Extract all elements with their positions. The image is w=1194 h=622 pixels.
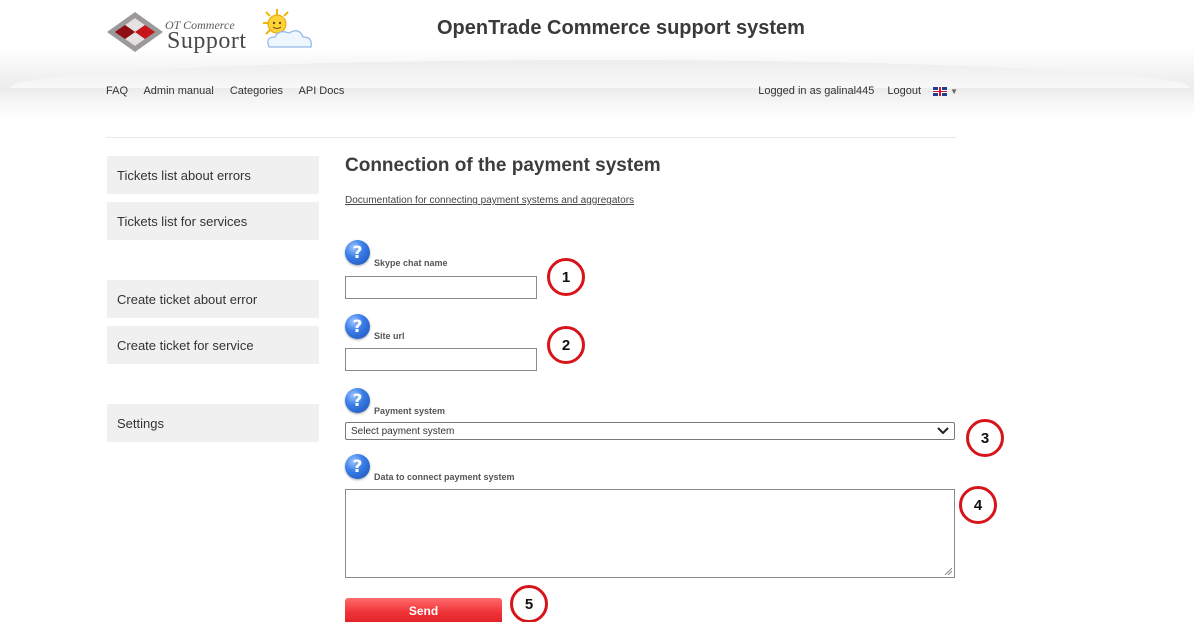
header-divider [106,137,956,138]
nav-faq[interactable]: FAQ [106,85,128,97]
sidebar-item-tickets-errors[interactable]: Tickets list about errors [107,156,319,194]
site-url-input[interactable] [345,348,537,371]
support-page: OT Commerce Support OpenTrade Commerce s… [0,0,1194,622]
logo[interactable]: OT Commerce Support [105,5,320,60]
help-icon[interactable]: ? [345,454,370,479]
user-area: Logged in as galinal445 Logout ▼ [758,85,958,97]
sidebar-item-tickets-services[interactable]: Tickets list for services [107,202,319,240]
callout-2: 2 [547,326,585,364]
top-nav: FAQ Admin manual Categories API Docs [106,85,357,97]
nav-admin-manual[interactable]: Admin manual [143,85,213,97]
payment-data-textarea[interactable] [345,489,955,578]
page-title: Connection of the payment system [345,155,661,176]
sun-cloud-icon [263,9,312,48]
nav-categories[interactable]: Categories [230,85,283,97]
sidebar-item-settings[interactable]: Settings [107,404,319,442]
help-icon[interactable]: ? [345,240,370,265]
send-button[interactable]: Send [345,598,502,622]
chevron-down-icon [937,427,949,435]
logo-cube-icon [107,12,163,52]
payment-system-select[interactable]: Select payment system [345,422,955,440]
logged-in-text: Logged in as galinal445 [758,85,875,97]
site-title: OpenTrade Commerce support system [437,17,805,39]
uk-flag-icon[interactable] [933,86,948,96]
payment-system-selected: Select payment system [351,425,455,437]
resize-handle-icon[interactable] [944,567,952,575]
callout-4: 4 [959,486,997,524]
language-caret-icon[interactable]: ▼ [950,87,958,96]
callout-5: 5 [510,585,548,622]
skype-chat-input[interactable] [345,276,537,299]
callout-3: 3 [966,419,1004,457]
callout-1: 1 [547,258,585,296]
help-icon[interactable]: ? [345,388,370,413]
logo-wordmark: Support [167,28,247,54]
sidebar-item-create-error[interactable]: Create ticket about error [107,280,319,318]
documentation-link[interactable]: Documentation for connecting payment sys… [345,195,634,206]
skype-label: Skype chat name [374,258,448,268]
nav-api-docs[interactable]: API Docs [299,85,345,97]
sidebar-item-create-service[interactable]: Create ticket for service [107,326,319,364]
payment-data-label: Data to connect payment system [374,472,515,482]
logout-link[interactable]: Logout [887,85,921,97]
payment-system-label: Payment system [374,406,446,416]
site-url-label: Site url [374,331,405,341]
help-icon[interactable]: ? [345,314,370,339]
